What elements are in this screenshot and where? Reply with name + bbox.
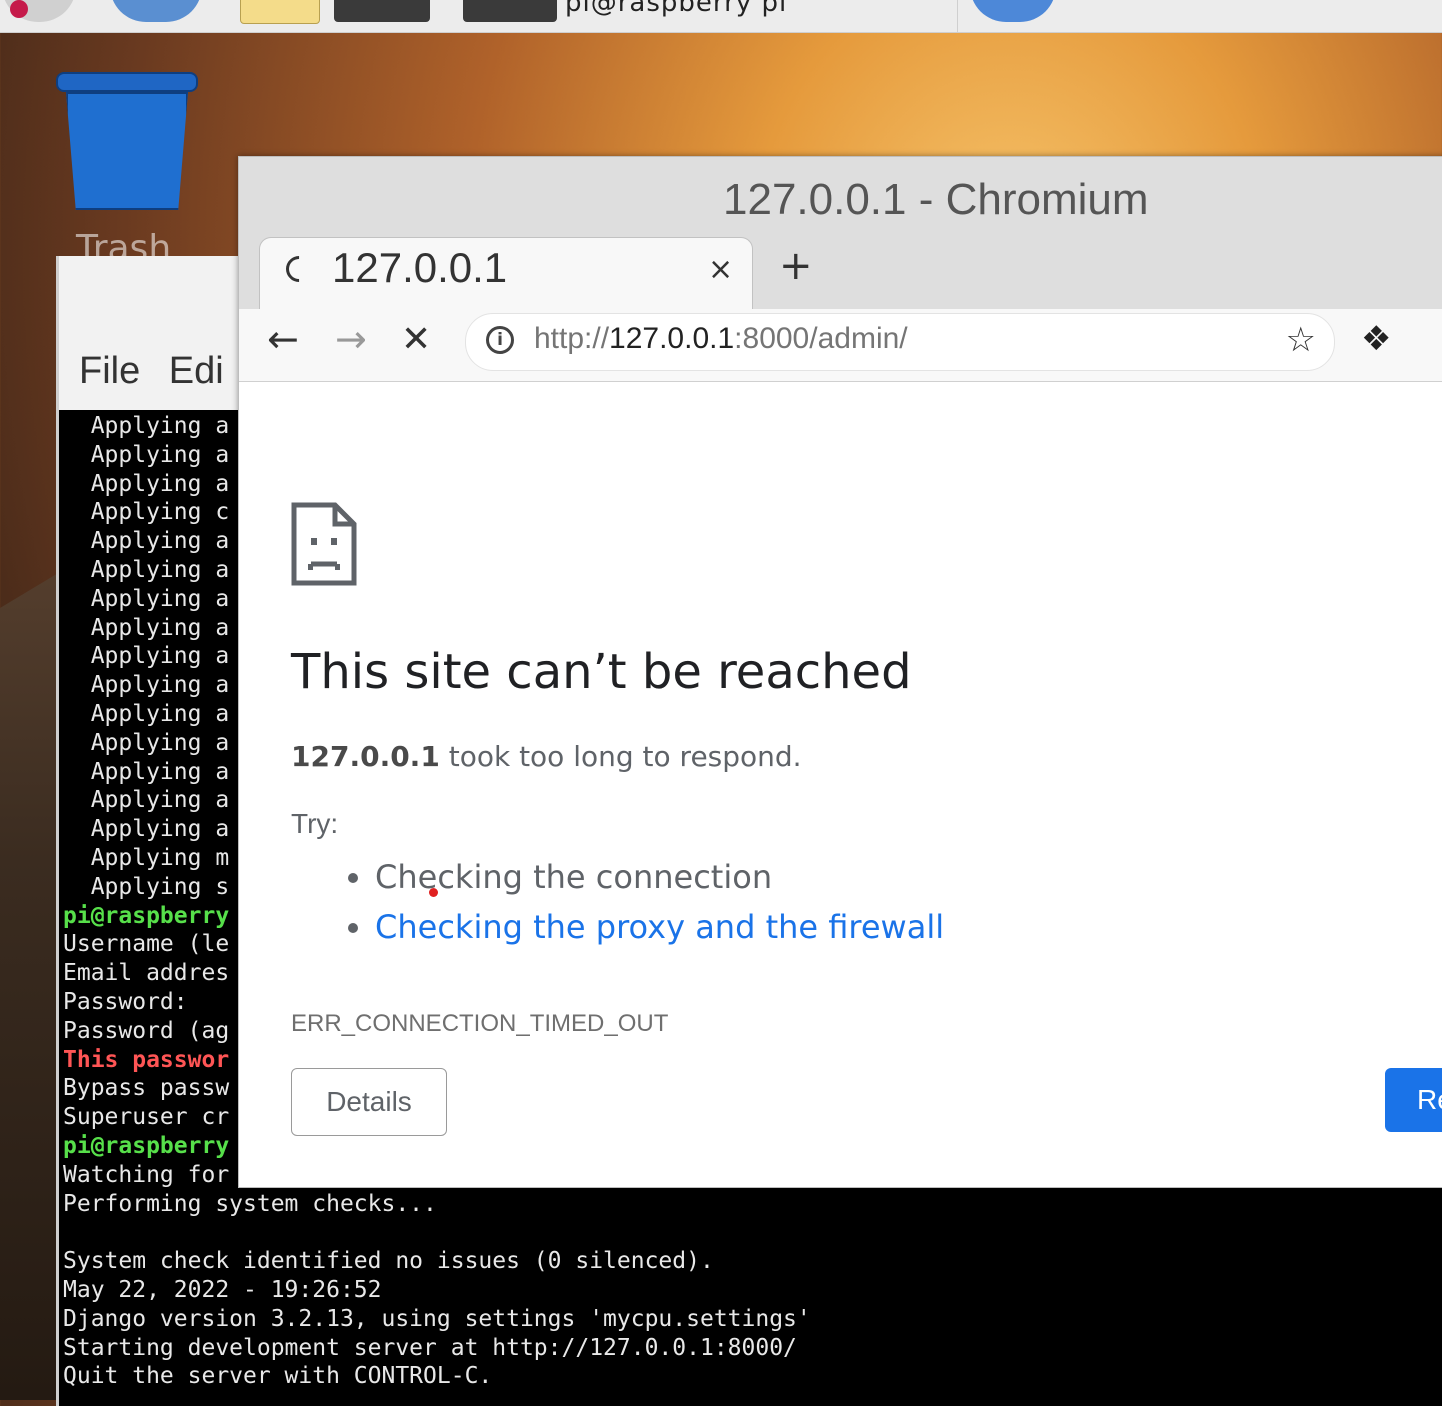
taskbar-window-label[interactable]: pi@raspberry pi [565, 0, 787, 18]
menu-edit[interactable]: Edi [169, 350, 224, 392]
page-content: This site can’t be reached 127.0.0.1 too… [239, 382, 1442, 1187]
address-bar[interactable]: i http://127.0.0.1:8000/admin/ ☆ [465, 313, 1335, 371]
tab-close-icon[interactable]: × [708, 252, 733, 287]
menu-file[interactable]: File [79, 350, 140, 392]
taskbar-chromium-icon[interactable] [970, 0, 1056, 22]
chromium-window[interactable]: 127.0.0.1 - Chromium 127.0.0.1 × + ← → ✕… [238, 156, 1442, 1188]
url-text[interactable]: http://127.0.0.1:8000/admin/ [534, 322, 908, 356]
back-arrow-icon[interactable]: ← [267, 317, 299, 361]
site-info-icon[interactable]: i [486, 326, 514, 354]
taskbar: pi@raspberry pi [0, 0, 1442, 33]
reload-button[interactable]: Re [1385, 1068, 1442, 1132]
terminal-line: Starting development server at http://12… [63, 1334, 797, 1361]
stop-loading-icon[interactable]: ✕ [401, 319, 431, 360]
window-title: 127.0.0.1 - Chromium [723, 175, 1149, 224]
loading-spinner-icon [280, 250, 318, 288]
url-scheme: http:// [534, 322, 610, 355]
terminal-launcher-icon[interactable] [334, 0, 430, 22]
suggestion-connection: Checking the connection [375, 852, 944, 902]
file-manager-icon[interactable] [240, 0, 320, 24]
error-desc-text: took too long to respond. [439, 740, 802, 773]
sad-page-icon [291, 502, 357, 586]
try-label: Try: [291, 808, 339, 839]
trash-icon[interactable] [56, 72, 198, 212]
extensions-puzzle-icon[interactable]: ❖ [1361, 319, 1391, 359]
taskbar-separator [957, 0, 958, 32]
terminal-line: May 22, 2022 - 19:26:52 [63, 1276, 382, 1303]
new-tab-button[interactable]: + [779, 243, 813, 289]
error-description: 127.0.0.1 took too long to respond. [291, 740, 802, 773]
raspberry-menu-icon[interactable] [2, 0, 76, 22]
suggestion-list: Checking the connection Checking the pro… [339, 852, 944, 952]
web-browser-icon[interactable] [110, 0, 202, 22]
terminal-line: Performing system checks... [63, 1190, 437, 1217]
taskbar-terminal-window-icon[interactable] [463, 0, 557, 22]
suggestion-proxy-firewall-link[interactable]: Checking the proxy and the firewall [375, 902, 944, 952]
error-code: ERR_CONNECTION_TIMED_OUT [291, 1010, 669, 1037]
terminal-line: System check identified no issues (0 sil… [63, 1248, 714, 1275]
terminal-line: Django version 3.2.13, using settings 'm… [63, 1305, 811, 1332]
trash-lid [56, 72, 198, 92]
trash-body [66, 92, 188, 210]
details-button[interactable]: Details [291, 1068, 447, 1136]
terminal-line: Quit the server with CONTROL-C. [63, 1363, 493, 1390]
cursor-dot [429, 888, 438, 897]
url-host: 127.0.0.1 [609, 322, 735, 355]
bookmark-star-icon[interactable]: ☆ [1286, 320, 1316, 360]
error-host: 127.0.0.1 [291, 740, 440, 773]
browser-toolbar: ← → ✕ i http://127.0.0.1:8000/admin/ ☆ ❖ [239, 309, 1442, 382]
chromium-titlebar: 127.0.0.1 - Chromium 127.0.0.1 × + [239, 157, 1442, 310]
forward-arrow-icon[interactable]: → [335, 317, 367, 361]
terminal-menubar: File Edi [79, 350, 224, 393]
browser-tab[interactable]: 127.0.0.1 × [259, 237, 753, 310]
url-path: :8000/admin/ [734, 322, 908, 355]
error-title: This site can’t be reached [291, 644, 912, 700]
tab-title: 127.0.0.1 [332, 244, 508, 291]
